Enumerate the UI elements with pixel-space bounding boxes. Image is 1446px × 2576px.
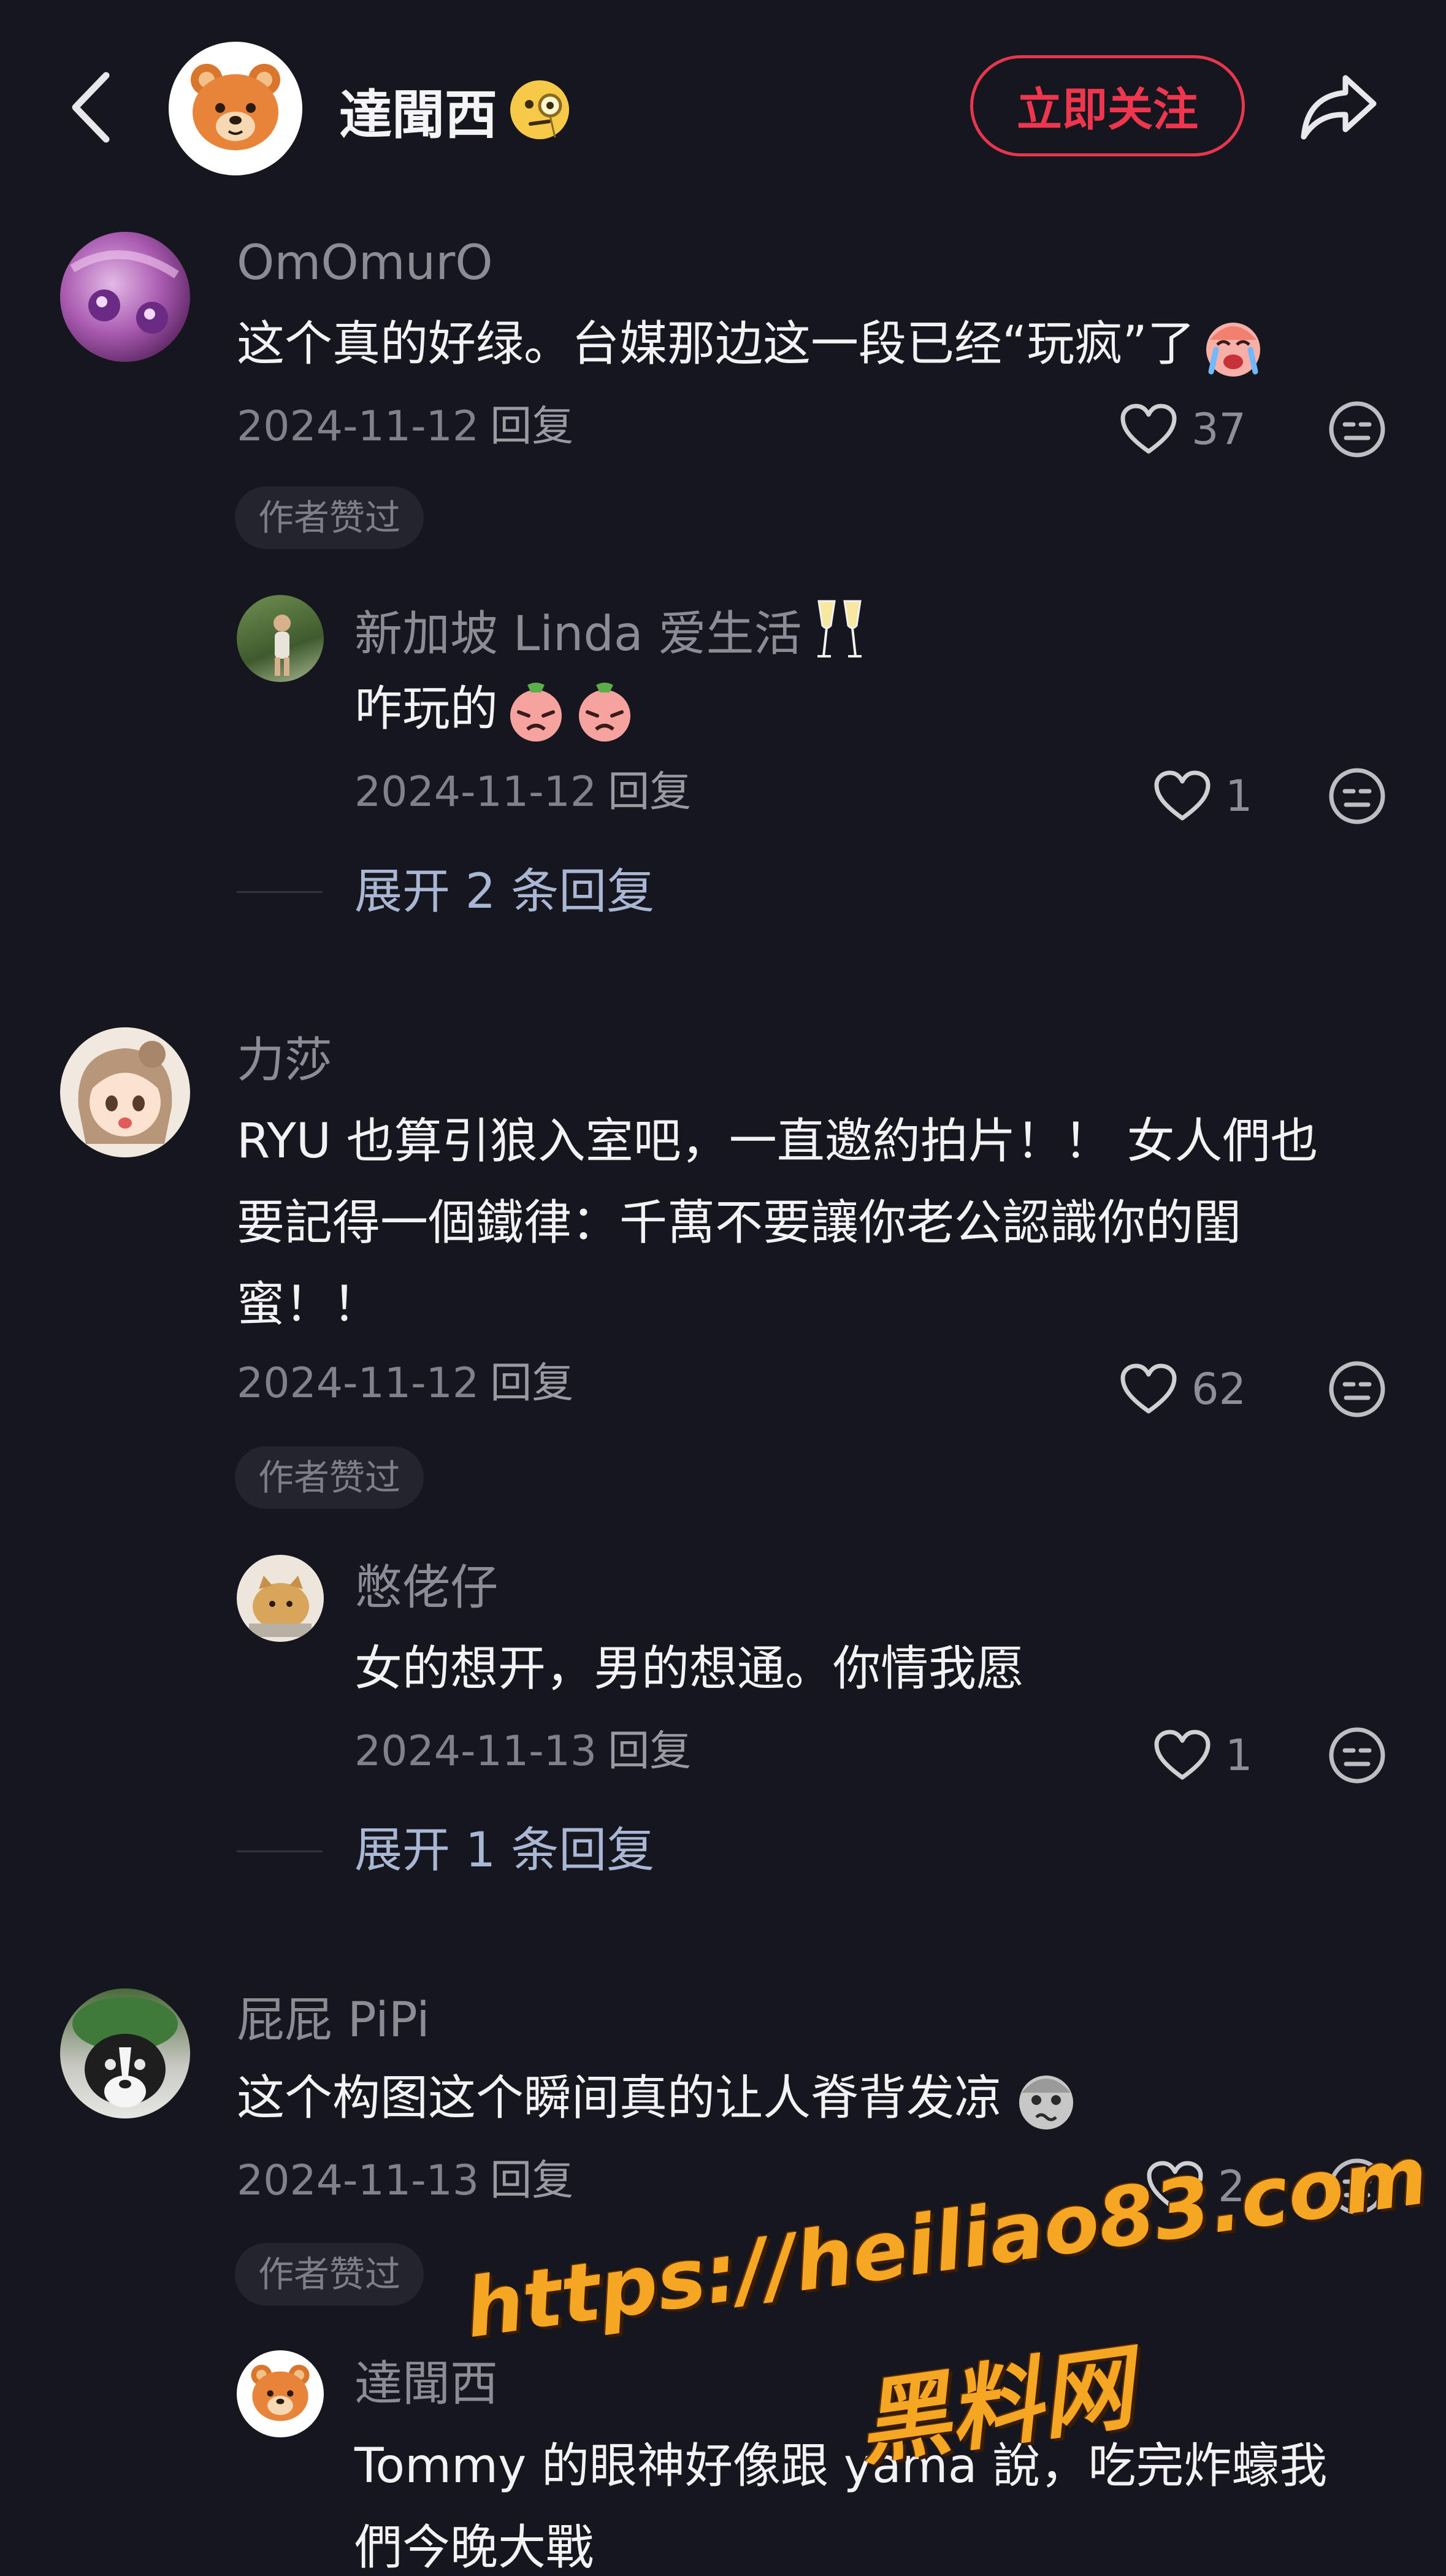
- like-button[interactable]: 1: [1153, 1722, 1253, 1789]
- person-outdoor-icon: [274, 615, 291, 676]
- like-count: 37: [1192, 404, 1247, 454]
- comment-date: 2024-11-12: [237, 1359, 480, 1408]
- emoji-reaction-icon[interactable]: [1326, 765, 1388, 827]
- reply-button[interactable]: 回复: [490, 2156, 573, 2205]
- commenter-avatar[interactable]: [60, 1027, 190, 1157]
- reply-button[interactable]: 回复: [490, 1359, 573, 1408]
- share-arrow-icon: [1301, 75, 1377, 140]
- dog-with-hat-icon: [72, 1997, 178, 2107]
- header-username: 達聞西: [339, 84, 497, 146]
- anime-eyes-icon: [70, 250, 179, 334]
- reply-date: 2024-11-13: [354, 1727, 597, 1776]
- reply-text: 咋玩的: [354, 669, 638, 750]
- reply-username[interactable]: 新加坡 Linda 爱生活: [354, 596, 801, 664]
- reply-avatar[interactable]: [237, 1555, 324, 1642]
- comments-page: 達聞西 立即关注 OmOmurO 这个真的好绿。台媒那边这一段已经“玩疯”了 2…: [0, 0, 1446, 2576]
- like-button[interactable]: 62: [1119, 1355, 1246, 1423]
- pouting-face-icon: [579, 682, 631, 742]
- like-button[interactable]: 37: [1119, 396, 1246, 463]
- reply-button[interactable]: 回复: [608, 768, 691, 816]
- crying-face-icon: [1206, 322, 1260, 377]
- like-count: 1: [1225, 1730, 1253, 1781]
- follow-button[interactable]: 立即关注: [970, 55, 1245, 156]
- emoji-reaction-icon[interactable]: [1326, 1359, 1388, 1420]
- comment-username[interactable]: 屁屁 PiPi: [237, 1996, 430, 2044]
- reply-button[interactable]: 回复: [490, 402, 573, 451]
- comment-meta: 2024-11-13 回复: [237, 2160, 573, 2202]
- comment-date: 2024-11-12: [237, 402, 480, 451]
- chevron-left-icon: [72, 72, 110, 143]
- comment-username[interactable]: 力莎: [237, 1037, 332, 1084]
- reply-date: 2024-11-12: [354, 768, 597, 816]
- reply-button[interactable]: 回复: [608, 1727, 691, 1776]
- comment-date: 2024-11-13: [237, 2156, 480, 2205]
- reply-username[interactable]: 達聞西: [354, 2360, 498, 2408]
- heart-icon: [1120, 404, 1177, 454]
- comment-meta: 2024-11-12 回复: [237, 406, 573, 448]
- header-title: 達聞西: [339, 76, 573, 146]
- commenter-avatar[interactable]: [60, 232, 190, 362]
- expand-divider: [237, 891, 323, 893]
- reply-meta: 2024-11-12 回复: [354, 772, 691, 813]
- like-count: 62: [1192, 1364, 1247, 1414]
- like-count: 1: [1225, 771, 1253, 821]
- bear-icon: [191, 64, 280, 150]
- author-avatar[interactable]: [169, 42, 302, 175]
- comment-text: 这个构图这个瞬间真的让人脊背发凉: [237, 2058, 1079, 2139]
- heart-icon: [1120, 1363, 1177, 1414]
- author-liked-badge: 作者赞过: [235, 1446, 424, 1509]
- monocle-face-icon: [510, 80, 569, 139]
- reply-avatar[interactable]: [237, 2350, 324, 2437]
- reply-meta: 2024-11-13 回复: [354, 1731, 691, 1773]
- comment-meta: 2024-11-12 回复: [237, 1363, 573, 1405]
- cat-photo-icon: [249, 1576, 312, 1637]
- anime-girl-icon: [78, 1041, 172, 1144]
- pouting-face-icon: [510, 682, 562, 742]
- heart-icon: [1154, 770, 1211, 821]
- scared-face-icon: [1019, 2075, 1074, 2129]
- follow-button-label: 立即关注: [1017, 83, 1198, 136]
- reply-username[interactable]: 憋佬仔: [354, 1564, 498, 1612]
- comment-text: RYU 也算引狼入室吧，一直邀約拍片！！ 女人們也 要記得一個鐵律：千萬不要讓你…: [237, 1114, 1318, 1332]
- expand-replies-button[interactable]: 展开 2 条回复: [354, 868, 654, 916]
- reply-username-row: 新加坡 Linda 爱生活: [354, 596, 869, 664]
- heart-icon: [1154, 1730, 1211, 1780]
- share-button[interactable]: [1295, 64, 1381, 150]
- expand-replies-button[interactable]: 展开 1 条回复: [354, 1827, 654, 1874]
- reply-text: Tommy 的眼神好像跟 yama 說，吃完炸蠔我 們今晚大戰: [354, 2439, 1328, 2575]
- reply-avatar[interactable]: [237, 595, 324, 682]
- expand-divider: [237, 1850, 323, 1852]
- comment-username[interactable]: OmOmurO: [237, 239, 493, 287]
- emoji-reaction-icon[interactable]: [1326, 399, 1388, 460]
- author-liked-badge: 作者赞过: [235, 2243, 424, 2306]
- comment-text: 这个真的好绿。台媒那边这一段已经“玩疯”了: [237, 304, 1268, 385]
- champagne-glasses-icon: [817, 600, 862, 657]
- commenter-avatar[interactable]: [60, 1988, 190, 2118]
- author-liked-badge: 作者赞过: [235, 486, 424, 549]
- back-button[interactable]: [58, 64, 126, 150]
- reply-text: 女的想开，男的想通。你情我愿: [354, 1641, 1025, 1696]
- bear-icon: [251, 2364, 310, 2421]
- like-button[interactable]: 1: [1153, 762, 1253, 830]
- emoji-reaction-icon[interactable]: [1326, 1725, 1388, 1786]
- watermark-url: https://heiliao83.com: [459, 2128, 1434, 2357]
